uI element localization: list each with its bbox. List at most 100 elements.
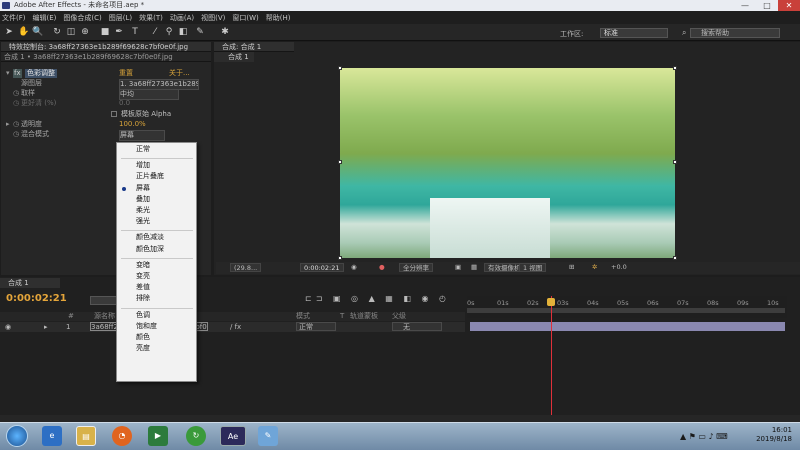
reset-link[interactable]: 重置 [119,69,133,78]
taskbar-clock[interactable]: 16:01 2019/8/18 [740,426,792,444]
360-icon[interactable]: ↻ [186,426,206,446]
blend-mode-option[interactable]: 强光 [136,217,150,226]
brush-tool-icon[interactable]: ⁄ [150,27,160,37]
help-search-input[interactable]: 搜索帮助 [690,28,780,38]
ie-icon[interactable]: e [42,426,62,446]
stopwatch-icon[interactable]: ◷ [13,130,19,139]
region-icon[interactable]: ▣ [452,263,464,272]
stopwatch-icon[interactable]: ◷ [13,120,19,129]
menu-animation[interactable]: 动画(A) [170,13,194,23]
menu-effect[interactable]: 效果(T) [139,13,163,23]
menu-composition[interactable]: 图像合成(C) [63,13,101,23]
fx-badge[interactable]: fx [13,69,22,78]
blend-mode-option[interactable]: 正常 [136,145,150,154]
blend-mode-option[interactable]: 颜色加深 [136,245,164,254]
blend-mode-option[interactable]: 变亮 [136,272,150,281]
selection-tool-icon[interactable]: ➤ [4,27,14,37]
timeline-timecode[interactable]: 0:00:02:21 [6,293,67,304]
camera-tool-icon[interactable]: ◫ [66,27,76,37]
current-time[interactable]: 0:00:02:21 [300,263,344,272]
blend-mode-option[interactable]: 饱和度 [136,322,157,331]
time-ruler[interactable]: 0s 01s 02s 03s 04s 05s 06s 07s 08s 09s 10s [467,296,787,318]
minimize-button[interactable]: — [734,0,756,11]
channel-icon[interactable]: ● [376,263,388,272]
eye-icon[interactable]: ◉ [5,322,11,332]
transform-handle[interactable] [338,160,342,164]
blend-mode-option[interactable]: 排除 [136,294,150,303]
blend-mode-option[interactable]: 柔光 [136,206,150,215]
opacity-value[interactable]: 100.0% [119,120,146,129]
blend-mode-option[interactable]: 叠加 [136,195,150,204]
layer-mode-select[interactable]: 正常 [296,322,336,331]
blend-mode-option[interactable]: 颜色 [136,333,150,342]
composition-viewer[interactable] [338,66,677,260]
camtasia-icon[interactable]: ▶ [148,426,168,446]
playhead-handle[interactable] [547,298,555,306]
notepad-icon[interactable]: ✎ [258,426,278,446]
effect-controls-tab[interactable]: 特效控制台: 3a68ff27363e1b289f69628c7bf0e0f.j… [1,42,211,52]
transform-handle[interactable] [673,160,677,164]
blend-mode-option[interactable]: 正片叠底 [136,172,164,181]
hand-tool-icon[interactable]: ✋ [18,27,29,37]
effect-name[interactable]: 色彩调整 [25,69,57,78]
transparency-grid-icon[interactable]: ▦ [468,263,480,272]
blend-mode-option[interactable]: 增加 [136,161,150,170]
blend-mode-option[interactable]: 颜色减淡 [136,233,164,242]
expand-toggle-icon[interactable]: ▸ [44,322,48,332]
work-area-bar[interactable] [467,308,785,313]
expand-toggle-icon[interactable]: ▸ [6,120,10,129]
maximize-button[interactable]: □ [756,0,778,11]
about-link[interactable]: 关于... [169,69,190,78]
alpha-checkbox[interactable] [111,111,117,117]
text-tool-icon[interactable]: T [130,27,140,37]
rotate-tool-icon[interactable]: ↻ [52,27,62,37]
blend-mode-option[interactable]: 亮度 [136,344,150,353]
blend-mode-option[interactable]: 屏幕 [136,184,150,193]
parent-select[interactable]: 无 [392,322,442,331]
exposure-value[interactable]: +0.0 [608,263,630,272]
menu-file[interactable]: 文件(F) [2,13,26,23]
blend-mode-select[interactable]: 屏幕 [119,130,165,141]
firefox-icon[interactable]: ◔ [112,426,132,446]
workspace-select[interactable]: 标准 [600,28,668,38]
stopwatch-icon[interactable]: ◷ [13,99,19,108]
expand-toggle-icon[interactable]: ▾ [6,69,10,78]
exposure-icon[interactable]: ✲ [589,263,600,272]
after-effects-icon[interactable]: Ae [220,426,246,446]
timeline-switches[interactable]: ⊏⊐ ▣ ◎ ▲ ▦ ◧ ◉ ◴ [305,294,450,303]
roto-brush-tool-icon[interactable]: ✎ [195,27,205,37]
composition-tab[interactable]: 合成: 合成 1 [214,42,294,52]
menu-layer[interactable]: 图层(L) [109,13,132,23]
puppet-tool-icon[interactable]: ✱ [220,27,230,37]
composition-subtab[interactable]: 合成 1 [214,52,254,62]
clone-tool-icon[interactable]: ⚲ [164,27,174,37]
blend-mode-option[interactable]: 变暗 [136,261,150,270]
pen-tool-icon[interactable]: ✒ [114,27,124,37]
eraser-tool-icon[interactable]: ◧ [178,27,188,37]
transform-handle[interactable] [338,256,342,260]
views-select[interactable]: 1 视图 [519,263,547,272]
menu-help[interactable]: 帮助(H) [266,13,291,23]
rectangle-tool-icon[interactable]: ■ [100,27,110,37]
start-button[interactable] [6,425,28,447]
zoom-select[interactable]: (29.8... [230,263,262,272]
timeline-tab[interactable]: 合成 1 [0,278,60,288]
zoom-tool-icon[interactable]: 🔍 [32,27,43,37]
menu-view[interactable]: 视图(V) [201,13,225,23]
stopwatch-icon[interactable]: ◷ [13,89,19,98]
layer-duration-bar[interactable] [470,322,785,331]
system-tray[interactable]: ▲ ⚑ ▭ ♪ ⌨ [680,432,728,441]
pan-behind-tool-icon[interactable]: ⊕ [80,27,90,37]
close-button[interactable]: ✕ [778,0,800,11]
transform-handle[interactable] [673,66,677,70]
transform-handle[interactable] [673,256,677,260]
blend-mode-option[interactable]: 差值 [136,283,150,292]
fx-switch-icon[interactable]: / fx [230,322,241,332]
grid-icon[interactable]: ⊞ [566,263,577,272]
timeline-layer-row[interactable]: ◉ ▸ 1 3a68ff27363e1b289f69628c7bf0e0f.jp… [0,322,465,332]
blend-mode-option[interactable]: 色调 [136,311,150,320]
resolution-select[interactable]: 全分辨率 [399,263,433,272]
menu-edit[interactable]: 编辑(E) [33,13,57,23]
transform-handle[interactable] [338,66,342,70]
snapshot-icon[interactable]: ◉ [348,263,360,272]
